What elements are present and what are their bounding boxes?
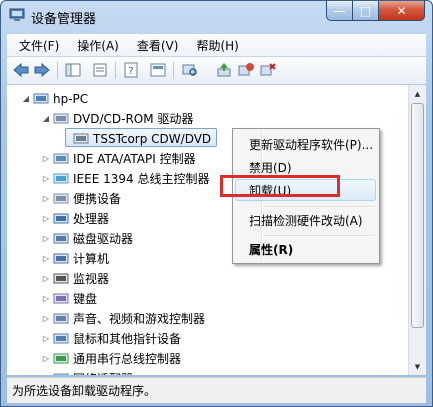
device-category-icon (73, 133, 89, 143)
device-category-icon (53, 353, 69, 363)
device-category-icon (53, 213, 69, 223)
tree-category-item[interactable]: ▷ 便携设备 (41, 189, 121, 208)
update-driver-icon[interactable] (215, 62, 233, 78)
device-category-icon (53, 233, 69, 243)
tree-item-label: DVD/CD-ROM 驱动器 (73, 112, 194, 126)
tree-category-item[interactable]: ▷ IDE ATA/ATAPI 控制器 (41, 149, 196, 168)
expand-arrow-icon[interactable]: ▷ (41, 254, 51, 264)
collapse-arrow-icon[interactable]: ◢ (21, 94, 31, 104)
scroll-up-icon[interactable]: ▲ (409, 85, 426, 102)
tree-device-item[interactable]: TSSTcorp CDW/DVD (61, 129, 211, 148)
view-icon[interactable] (149, 62, 167, 78)
expand-arrow-icon[interactable]: ▷ (41, 274, 51, 284)
tree-item-label: IEEE 1394 总线主控制器 (73, 172, 210, 186)
device-manager-icon (9, 8, 25, 21)
tree-item-label: hp-PC (53, 91, 89, 106)
device-category-icon (53, 333, 69, 343)
tree-category-item[interactable]: ▷ 键盘 (41, 289, 97, 308)
tree-category-item[interactable]: ▷ 鼠标和其他指针设备 (41, 329, 181, 348)
expand-arrow-icon[interactable]: ▷ (41, 314, 51, 324)
tree-item-label: 通用串行总线控制器 (73, 352, 182, 366)
window-title: 设备管理器 (31, 12, 97, 27)
expand-arrow-icon[interactable]: ▷ (41, 234, 51, 244)
tree-item-label: 计算机 (73, 252, 110, 266)
device-category-icon (53, 293, 69, 303)
uninstall-device-icon[interactable] (259, 62, 277, 78)
tree-item-label: 磁盘驱动器 (73, 232, 134, 246)
back-arrow-icon[interactable] (12, 62, 30, 78)
maximize-button[interactable]: □ (352, 1, 379, 21)
tree-category-item[interactable]: ▷ 处理器 (41, 209, 109, 228)
device-category-icon (53, 113, 69, 123)
tree-item-label: TSSTcorp CDW/DVD (93, 131, 212, 146)
context-scan-hardware[interactable]: 扫描检测硬件改动(A) (233, 209, 379, 231)
menu-view[interactable]: 查看(V) (131, 37, 185, 54)
forward-arrow-icon[interactable] (33, 62, 51, 78)
tree-item-label: 鼠标和其他指针设备 (73, 332, 182, 346)
device-category-icon (53, 373, 69, 375)
toolbar: ? (7, 57, 426, 85)
tree-item-label: IDE ATA/ATAPI 控制器 (73, 152, 196, 166)
scan-hardware-icon[interactable] (181, 62, 199, 78)
collapse-arrow-icon[interactable]: ◢ (41, 114, 51, 124)
menu-help[interactable]: 帮助(H) (190, 37, 244, 54)
device-category-icon (53, 193, 69, 203)
context-properties[interactable]: 属性(R) (233, 238, 379, 260)
no-expander (61, 134, 71, 144)
help-icon[interactable]: ? (122, 62, 140, 78)
device-category-icon (53, 173, 69, 183)
console-tree-icon[interactable] (64, 62, 82, 78)
tree-item-label: 键盘 (73, 292, 98, 306)
tree-category-item[interactable]: ▷ 网络适配器 (41, 369, 133, 375)
device-category-icon (53, 273, 69, 283)
minimize-button[interactable]: — (326, 1, 353, 21)
status-bar: 为所选设备卸载驱动程序。 (7, 377, 426, 403)
tree-category-item[interactable]: ◢ DVD/CD-ROM 驱动器 (41, 109, 194, 128)
expand-arrow-icon[interactable]: ▷ (41, 294, 51, 304)
expand-arrow-icon[interactable]: ▷ (41, 154, 51, 164)
tree-category-item[interactable]: ▷ 磁盘驱动器 (41, 229, 133, 248)
expand-arrow-icon[interactable]: ▷ (41, 214, 51, 224)
context-separator (263, 206, 375, 208)
context-separator (263, 235, 375, 237)
disable-device-icon[interactable] (237, 62, 255, 78)
tree-category-item[interactable]: ▷ 监视器 (41, 269, 109, 288)
vertical-scrollbar[interactable]: ▲ ▼ (408, 85, 426, 375)
expand-arrow-icon[interactable]: ▷ (41, 334, 51, 344)
tree-item-label: 便携设备 (73, 192, 122, 206)
device-category-icon (53, 313, 69, 323)
uninstall-annotation-box (220, 175, 340, 197)
context-update-driver[interactable]: 更新驱动程序软件(P)... (233, 133, 379, 155)
expand-arrow-icon[interactable]: ▷ (41, 174, 51, 184)
tree-item-label: 监视器 (73, 272, 110, 286)
expand-arrow-icon[interactable]: ▷ (41, 354, 51, 364)
status-text: 为所选设备卸载驱动程序。 (12, 384, 157, 398)
title-bar: 设备管理器 — □ ✕ (1, 1, 432, 31)
scroll-thumb[interactable] (411, 103, 424, 328)
properties-icon[interactable] (91, 62, 109, 78)
menu-file[interactable]: 文件(F) (13, 37, 65, 54)
tree-category-item[interactable]: ▷ 计算机 (41, 249, 109, 268)
scroll-down-icon[interactable]: ▼ (409, 358, 426, 375)
expand-arrow-icon[interactable]: ▷ (41, 194, 51, 204)
tree-item-label: 处理器 (73, 212, 110, 226)
menu-action[interactable]: 操作(A) (71, 37, 125, 54)
tree-item-label: 网络适配器 (73, 370, 133, 375)
device-category-icon (53, 153, 69, 163)
device-category-icon (53, 253, 69, 263)
tree-category-item[interactable]: ▷ 通用串行总线控制器 (41, 349, 181, 368)
tree-category-item[interactable]: ▷ 声音、视频和游戏控制器 (41, 309, 205, 328)
expand-arrow-icon[interactable]: ▷ (41, 374, 51, 375)
tree-category-item[interactable]: ▷ IEEE 1394 总线主控制器 (41, 169, 210, 188)
tree-item-label: 声音、视频和游戏控制器 (73, 312, 206, 326)
tree-root[interactable]: ◢ hp-PC (21, 89, 88, 108)
computer-icon (33, 93, 49, 103)
svg-text:?: ? (128, 66, 133, 77)
menu-bar: 文件(F) 操作(A) 查看(V) 帮助(H) (7, 34, 426, 57)
close-button[interactable]: ✕ (378, 1, 425, 21)
